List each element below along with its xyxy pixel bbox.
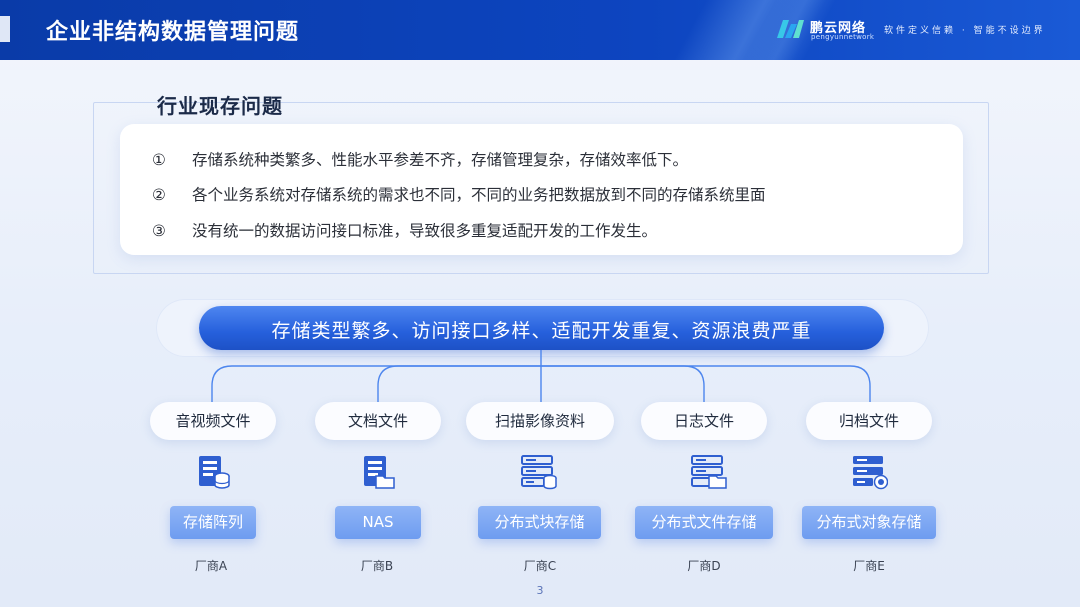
server-folder-icon	[364, 456, 395, 489]
vendor-label: 厂商D	[687, 559, 721, 573]
category-pill: 文档文件	[315, 402, 441, 440]
server-rack-db-icon	[521, 455, 557, 490]
vendor-label: 厂商A	[194, 559, 228, 573]
block-storage-button[interactable]: 分布式块存储	[478, 506, 601, 539]
server-rack-object-icon	[853, 456, 888, 490]
file-storage-button[interactable]: 分布式文件存储	[635, 506, 773, 539]
server-rack-folder-icon	[691, 455, 727, 489]
object-storage-button[interactable]: 分布式对象存储	[802, 506, 936, 539]
page-number: 3	[536, 584, 544, 597]
vendor-label: 厂商C	[523, 559, 557, 573]
nas-button[interactable]: NAS	[335, 506, 421, 539]
category-pill: 扫描影像资料	[466, 402, 614, 440]
category-pill: 音视频文件	[150, 402, 276, 440]
vendor-label: 厂商B	[360, 559, 394, 573]
category-pill: 归档文件	[806, 402, 932, 440]
server-db-icon	[199, 456, 230, 489]
storage-array-button[interactable]: 存储阵列	[170, 506, 256, 539]
category-pill: 日志文件	[641, 402, 767, 440]
vendor-label: 厂商E	[853, 559, 885, 573]
